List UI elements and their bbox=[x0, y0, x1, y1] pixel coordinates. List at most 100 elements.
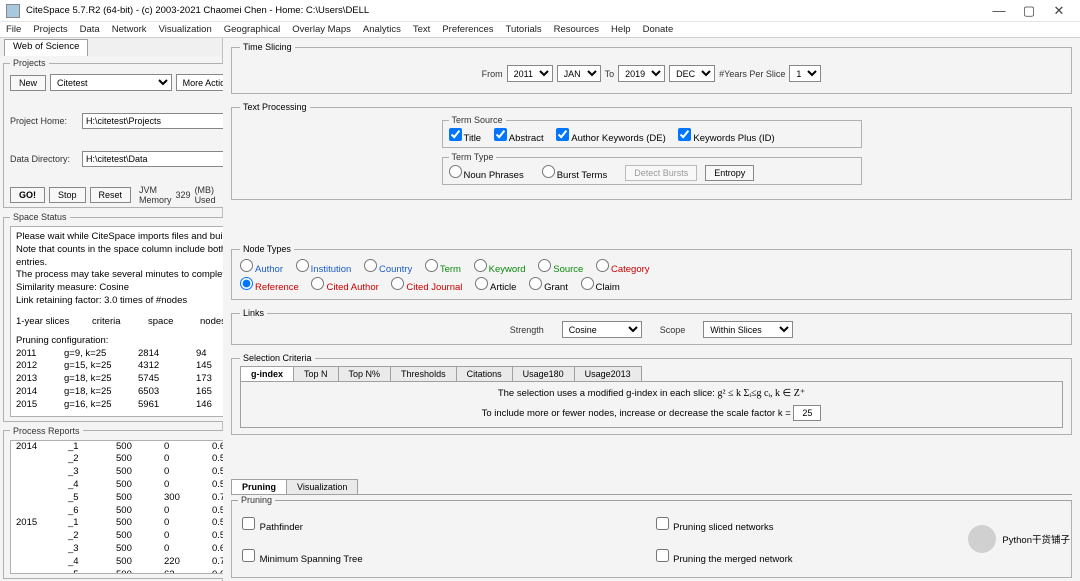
term-source-group: Term Source Title Abstract Author Keywor… bbox=[442, 115, 862, 148]
maximize-icon[interactable]: ▢ bbox=[1014, 1, 1044, 21]
radio-source[interactable]: Source bbox=[538, 264, 583, 274]
checkbox-keywords-plus[interactable]: Keywords Plus (ID) bbox=[678, 133, 774, 143]
jvm-memory-label: JVM Memory bbox=[139, 185, 172, 205]
years-per-slice-label: #Years Per Slice bbox=[719, 69, 785, 79]
menu-preferences[interactable]: Preferences bbox=[442, 24, 493, 35]
to-label: To bbox=[605, 69, 615, 79]
menu-geographical[interactable]: Geographical bbox=[224, 24, 281, 35]
menu-donate[interactable]: Donate bbox=[643, 24, 674, 35]
checkbox-mst[interactable]: Minimum Spanning Tree bbox=[242, 554, 363, 565]
radio-category[interactable]: Category bbox=[596, 264, 650, 274]
term-type-group: Term Type Noun Phrases Burst Terms Detec… bbox=[442, 152, 862, 185]
projects-legend: Projects bbox=[10, 58, 49, 68]
radio-institution[interactable]: Institution bbox=[296, 264, 352, 274]
term-type-legend: Term Type bbox=[449, 152, 497, 162]
checkbox-abstract[interactable]: Abstract bbox=[494, 133, 544, 143]
app-icon bbox=[6, 4, 20, 18]
strength-combo[interactable]: Cosine bbox=[562, 321, 642, 338]
term-source-legend: Term Source bbox=[449, 115, 506, 125]
tab-usage2013[interactable]: Usage2013 bbox=[574, 366, 642, 381]
tab-visualization[interactable]: Visualization bbox=[286, 479, 358, 494]
text-processing-legend: Text Processing bbox=[240, 102, 310, 112]
scale-factor-desc: To include more or fewer nodes, increase… bbox=[482, 408, 791, 419]
menu-visualization[interactable]: Visualization bbox=[159, 24, 212, 35]
radio-claim[interactable]: Claim bbox=[581, 282, 620, 292]
pruning-group: Pruning Pathfinder Minimum Spanning Tree… bbox=[231, 495, 1072, 578]
radio-author[interactable]: Author bbox=[240, 264, 283, 274]
from-month-combo[interactable]: JAN bbox=[557, 65, 601, 82]
gindex-desc: The selection uses a modified g-index in… bbox=[498, 388, 718, 399]
jvm-memory-unit: (MB) Used bbox=[195, 185, 220, 205]
project-home-label: Project Home: bbox=[10, 116, 78, 126]
time-slicing-group: Time Slicing From 2011 JAN To 2019 DEC #… bbox=[231, 42, 1072, 94]
menu-bar: File Projects Data Network Visualization… bbox=[0, 22, 1080, 38]
menu-text[interactable]: Text bbox=[413, 24, 430, 35]
pruning-legend: Pruning bbox=[238, 495, 275, 505]
checkbox-pathfinder[interactable]: Pathfinder bbox=[242, 522, 303, 533]
time-slicing-legend: Time Slicing bbox=[240, 42, 295, 52]
detect-bursts-button: Detect Bursts bbox=[625, 165, 697, 181]
radio-grant[interactable]: Grant bbox=[529, 282, 568, 292]
from-label: From bbox=[482, 69, 503, 79]
strength-label: Strength bbox=[510, 325, 544, 335]
node-types-legend: Node Types bbox=[240, 244, 294, 254]
radio-keyword[interactable]: Keyword bbox=[474, 264, 526, 274]
menu-data[interactable]: Data bbox=[80, 24, 100, 35]
menu-network[interactable]: Network bbox=[112, 24, 147, 35]
text-processing-group: Text Processing Term Source Title Abstra… bbox=[231, 102, 1072, 200]
radio-cited-journal[interactable]: Cited Journal bbox=[391, 282, 462, 292]
menu-help[interactable]: Help bbox=[611, 24, 631, 35]
data-directory-field[interactable] bbox=[82, 151, 246, 167]
checkbox-author-keywords[interactable]: Author Keywords (DE) bbox=[556, 133, 666, 143]
radio-term[interactable]: Term bbox=[425, 264, 461, 274]
stop-button[interactable]: Stop bbox=[49, 187, 86, 203]
to-month-combo[interactable]: DEC bbox=[669, 65, 715, 82]
radio-cited-author[interactable]: Cited Author bbox=[311, 282, 378, 292]
project-name-combo[interactable]: Citetest bbox=[50, 74, 172, 91]
jvm-memory-val: 329 bbox=[176, 190, 191, 200]
projects-group: Projects New Citetest More Actions ... P… bbox=[3, 58, 253, 208]
node-types-group: Node Types Author Institution Country Te… bbox=[231, 244, 1072, 300]
to-year-combo[interactable]: 2019 bbox=[618, 65, 665, 82]
scope-label: Scope bbox=[660, 325, 686, 335]
menu-projects[interactable]: Projects bbox=[33, 24, 67, 35]
menu-tutorials[interactable]: Tutorials bbox=[506, 24, 542, 35]
gindex-formula: g² ≤ k Σᵢ≤g cᵢ, k ∈ Z⁺ bbox=[718, 388, 806, 399]
process-reports-legend: Process Reports bbox=[10, 426, 83, 436]
scale-factor-field[interactable] bbox=[793, 405, 821, 421]
tab-pruning[interactable]: Pruning bbox=[231, 479, 287, 494]
radio-country[interactable]: Country bbox=[364, 264, 412, 274]
menu-file[interactable]: File bbox=[6, 24, 21, 35]
from-year-combo[interactable]: 2011 bbox=[507, 65, 553, 82]
entropy-button[interactable]: Entropy bbox=[705, 165, 754, 181]
menu-analytics[interactable]: Analytics bbox=[363, 24, 401, 35]
radio-noun-phrases[interactable]: Noun Phrases bbox=[449, 165, 524, 181]
years-per-slice-combo[interactable]: 1 bbox=[789, 65, 821, 82]
radio-article[interactable]: Article bbox=[475, 282, 516, 292]
checkbox-title[interactable]: Title bbox=[449, 133, 482, 143]
go-button[interactable]: GO! bbox=[10, 187, 45, 203]
radio-reference[interactable]: Reference bbox=[240, 282, 299, 292]
links-legend: Links bbox=[240, 308, 267, 318]
checkbox-sliced[interactable]: Pruning sliced networks bbox=[656, 522, 774, 533]
radio-burst-terms[interactable]: Burst Terms bbox=[542, 165, 608, 181]
tab-topn[interactable]: Top N bbox=[293, 366, 339, 381]
space-status-legend: Space Status bbox=[10, 212, 70, 222]
menu-resources[interactable]: Resources bbox=[554, 24, 599, 35]
tab-citations[interactable]: Citations bbox=[456, 366, 513, 381]
tab-web-of-science[interactable]: Web of Science bbox=[4, 39, 88, 56]
minimize-icon[interactable]: — bbox=[984, 1, 1014, 21]
reset-button[interactable]: Reset bbox=[90, 187, 132, 203]
close-icon[interactable]: ✕ bbox=[1044, 1, 1074, 21]
left-panel: Web of Science Projects New Citetest Mor… bbox=[0, 38, 223, 581]
selection-criteria-group: Selection Criteria g-index Top N Top N% … bbox=[231, 353, 1072, 435]
scope-combo[interactable]: Within Slices bbox=[703, 321, 793, 338]
new-button[interactable]: New bbox=[10, 75, 46, 91]
tab-gindex[interactable]: g-index bbox=[240, 366, 294, 381]
menu-overlay-maps[interactable]: Overlay Maps bbox=[292, 24, 351, 35]
tab-usage180[interactable]: Usage180 bbox=[512, 366, 575, 381]
tab-topnpct[interactable]: Top N% bbox=[338, 366, 392, 381]
tab-thresholds[interactable]: Thresholds bbox=[390, 366, 457, 381]
project-home-field[interactable] bbox=[82, 113, 246, 129]
checkbox-merged[interactable]: Pruning the merged network bbox=[656, 554, 793, 565]
